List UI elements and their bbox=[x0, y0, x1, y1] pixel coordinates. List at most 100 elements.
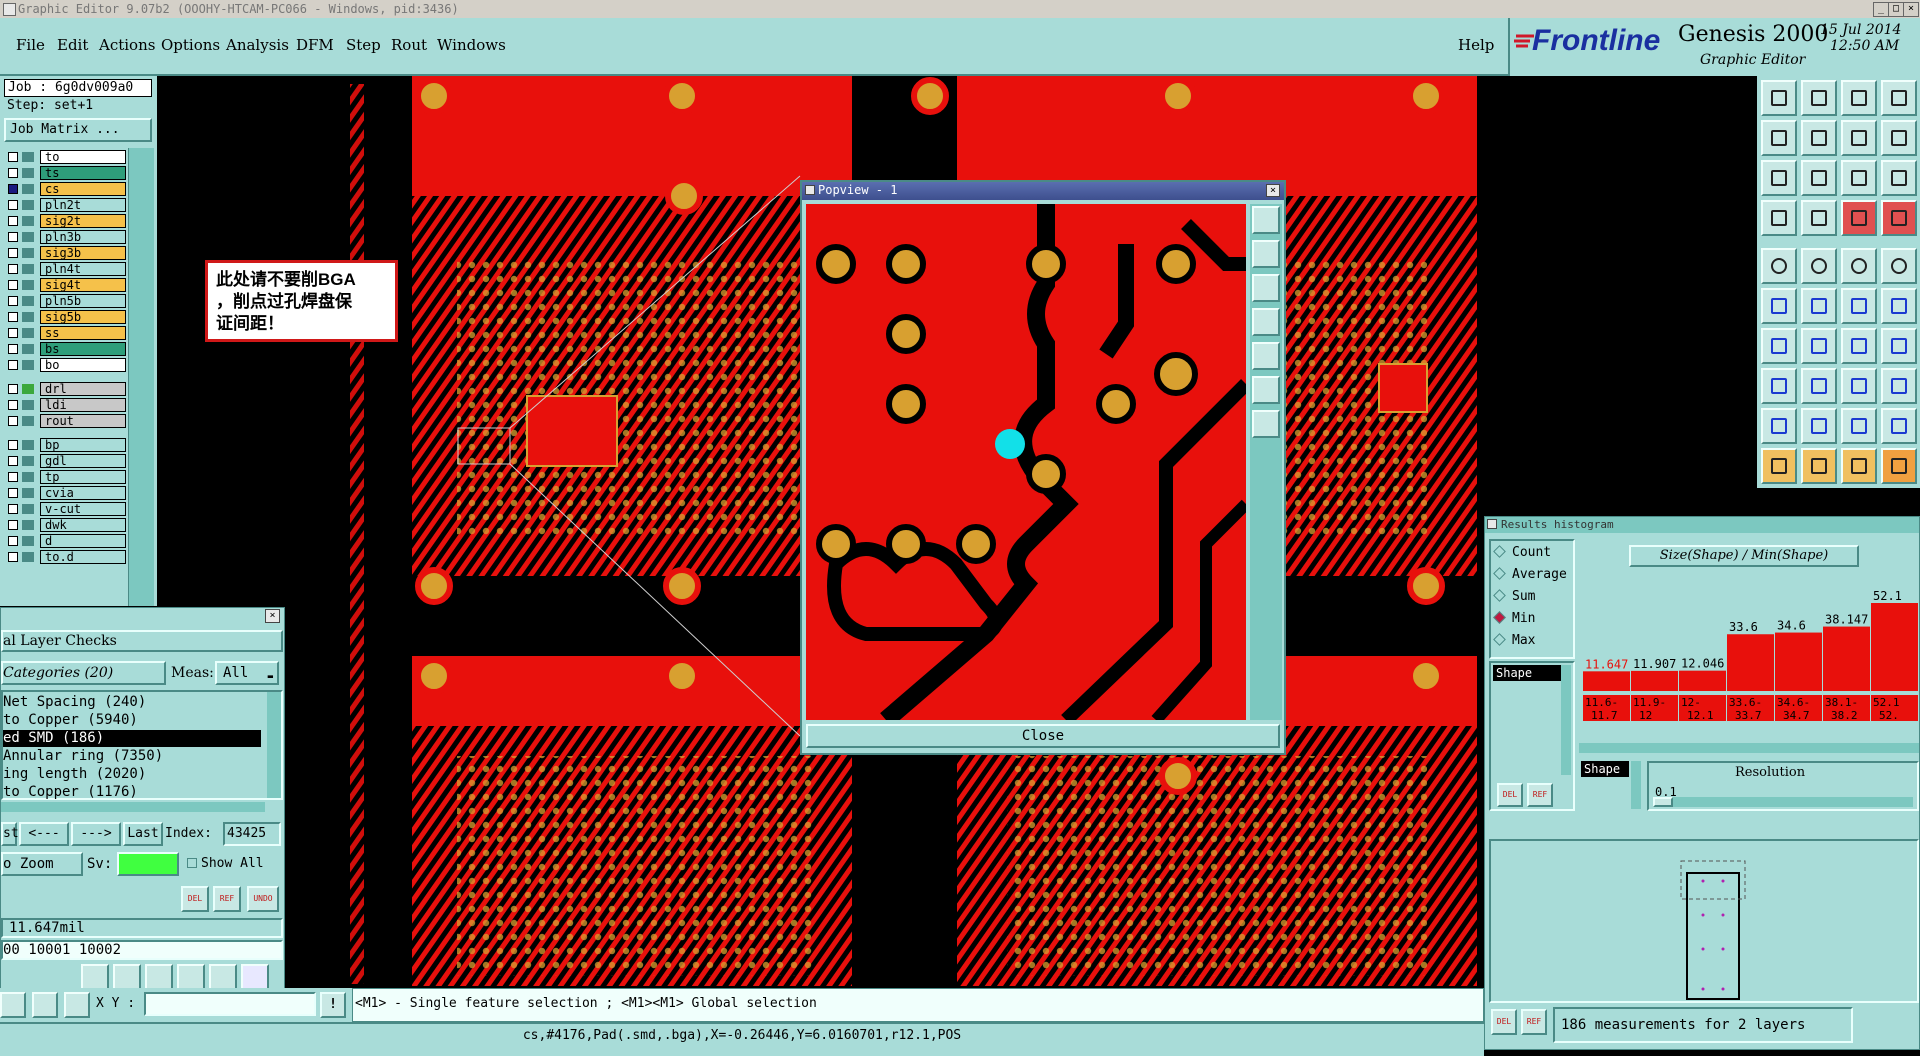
option-min[interactable]: Min bbox=[1493, 611, 1535, 626]
layer-name[interactable]: sig3b bbox=[40, 246, 126, 260]
layer-name[interactable]: ss bbox=[40, 326, 126, 340]
grid-tool-icon[interactable] bbox=[64, 992, 90, 1018]
tool-3-2-icon[interactable] bbox=[1841, 200, 1877, 236]
layer-row-gdl[interactable]: gdl bbox=[4, 454, 126, 468]
dialog-ref-button[interactable]: REF bbox=[213, 886, 241, 912]
tool-4-3-icon[interactable] bbox=[1881, 248, 1917, 284]
tool-6-3-icon[interactable] bbox=[1881, 328, 1917, 364]
layer-checkbox[interactable] bbox=[8, 248, 18, 258]
layer-row-cs[interactable]: cs bbox=[4, 182, 126, 196]
shape-list-item[interactable]: Shape bbox=[1493, 665, 1567, 681]
tool-5-1-icon[interactable] bbox=[1801, 288, 1837, 324]
layer-checkbox[interactable] bbox=[8, 536, 18, 546]
histogram-bar[interactable] bbox=[1727, 634, 1774, 691]
category-hscrollbar[interactable] bbox=[1, 802, 265, 812]
layer-checkbox[interactable] bbox=[8, 312, 18, 322]
minimize-button[interactable]: _ bbox=[1873, 2, 1889, 17]
tool-0-0-icon[interactable] bbox=[1761, 80, 1797, 116]
histogram-bar[interactable] bbox=[1775, 632, 1822, 691]
popview-tool-right-icon[interactable] bbox=[1252, 342, 1280, 370]
layer-row-to[interactable]: to bbox=[4, 150, 126, 164]
layer-name[interactable]: v-cut bbox=[40, 502, 126, 516]
layer-checkbox[interactable] bbox=[8, 328, 18, 338]
resolution-slider[interactable] bbox=[1653, 797, 1913, 807]
layer-checkbox[interactable] bbox=[8, 456, 18, 466]
check-category-item[interactable]: to Copper (5940) bbox=[3, 712, 261, 729]
close-window-button[interactable]: × bbox=[1903, 2, 1919, 17]
layer-row-bs[interactable]: bs bbox=[4, 342, 126, 356]
menu-actions[interactable]: Actions bbox=[99, 36, 155, 54]
show-all-checkbox[interactable] bbox=[187, 858, 197, 868]
layer-name[interactable]: ts bbox=[40, 166, 126, 180]
layer-checkbox[interactable] bbox=[8, 488, 18, 498]
layer-name[interactable]: sig5b bbox=[40, 310, 126, 324]
tool-1-3-icon[interactable] bbox=[1881, 120, 1917, 156]
tool-0-3-icon[interactable] bbox=[1881, 80, 1917, 116]
menu-rout[interactable]: Rout bbox=[391, 36, 427, 54]
tool-0-2-icon[interactable] bbox=[1841, 80, 1877, 116]
tool-7-3-icon[interactable] bbox=[1881, 368, 1917, 404]
alert-icon[interactable]: ! bbox=[320, 992, 346, 1018]
dialog-undo-button[interactable]: UNDO bbox=[247, 886, 279, 912]
meas-select[interactable]: All ▬ bbox=[215, 661, 279, 685]
tool-2-3-icon[interactable] bbox=[1881, 160, 1917, 196]
layer-row-dwk[interactable]: dwk bbox=[4, 518, 126, 532]
nav-prev-button[interactable]: <--- bbox=[19, 822, 69, 846]
angle-tool-icon[interactable] bbox=[32, 992, 58, 1018]
layer-row-v-cut[interactable]: v-cut bbox=[4, 502, 126, 516]
popview-tool-fit-icon[interactable] bbox=[1252, 206, 1280, 234]
tool-9-1-icon[interactable] bbox=[1801, 448, 1837, 484]
layer-row-pln4t[interactable]: pln4t bbox=[4, 262, 126, 276]
layer-row-ts[interactable]: ts bbox=[4, 166, 126, 180]
sv-color-select[interactable] bbox=[117, 852, 179, 876]
menu-windows[interactable]: Windows bbox=[437, 36, 506, 54]
histogram-bar[interactable] bbox=[1823, 626, 1870, 691]
layer-checkbox[interactable] bbox=[8, 296, 18, 306]
layer-row-sig5b[interactable]: sig5b bbox=[4, 310, 126, 324]
layer-row-drl[interactable]: drl bbox=[4, 382, 126, 396]
layer-row-bp[interactable]: bp bbox=[4, 438, 126, 452]
popview-tool-zoom-out-icon[interactable] bbox=[1252, 410, 1280, 438]
histogram-bar[interactable] bbox=[1631, 670, 1678, 691]
layer-checkbox[interactable] bbox=[8, 184, 18, 194]
menu-file[interactable]: File bbox=[16, 36, 45, 54]
popview-canvas[interactable] bbox=[806, 204, 1246, 720]
layer-checkbox[interactable] bbox=[8, 384, 18, 394]
layer-checkbox[interactable] bbox=[8, 168, 18, 178]
layer-name[interactable]: d bbox=[40, 534, 126, 548]
layer-name[interactable]: tp bbox=[40, 470, 126, 484]
menu-help[interactable]: Help bbox=[1458, 36, 1494, 54]
tool-7-2-icon[interactable] bbox=[1841, 368, 1877, 404]
snap-tool-icon[interactable] bbox=[0, 992, 26, 1018]
tool-7-0-icon[interactable] bbox=[1761, 368, 1797, 404]
tool-1-2-icon[interactable] bbox=[1841, 120, 1877, 156]
layer-checkbox[interactable] bbox=[8, 400, 18, 410]
tool-8-2-icon[interactable] bbox=[1841, 408, 1877, 444]
option-max[interactable]: Max bbox=[1493, 633, 1535, 648]
tool-3-1-icon[interactable] bbox=[1801, 200, 1837, 236]
tool-2-0-icon[interactable] bbox=[1761, 160, 1797, 196]
tool-7-1-icon[interactable] bbox=[1801, 368, 1837, 404]
tool-9-0-icon[interactable] bbox=[1761, 448, 1797, 484]
layer-checkbox[interactable] bbox=[8, 280, 18, 290]
popview-close-button[interactable]: Close bbox=[806, 724, 1280, 748]
layer-checkbox[interactable] bbox=[8, 360, 18, 370]
popview-tool-left-icon[interactable] bbox=[1252, 308, 1280, 336]
tool-5-2-icon[interactable] bbox=[1841, 288, 1877, 324]
layer-row-pln2t[interactable]: pln2t bbox=[4, 198, 126, 212]
popview-close-icon[interactable]: × bbox=[1266, 184, 1280, 197]
nav-last-button[interactable]: Last bbox=[123, 822, 163, 846]
histogram-del-button[interactable]: DEL bbox=[1497, 783, 1523, 807]
layer-name[interactable]: drl bbox=[40, 382, 126, 396]
job-matrix-button[interactable]: Job Matrix ... bbox=[4, 118, 152, 142]
layer-name[interactable]: bs bbox=[40, 342, 126, 356]
layer-checkbox[interactable] bbox=[8, 232, 18, 242]
layer-name[interactable]: cvia bbox=[40, 486, 126, 500]
layer-checkbox[interactable] bbox=[8, 152, 18, 162]
nav-first-button[interactable]: st bbox=[1, 822, 19, 846]
menu-dfm[interactable]: DFM bbox=[296, 36, 334, 54]
layer-row-pln3b[interactable]: pln3b bbox=[4, 230, 126, 244]
tool-1-1-icon[interactable] bbox=[1801, 120, 1837, 156]
layer-checkbox[interactable] bbox=[8, 264, 18, 274]
tool-8-0-icon[interactable] bbox=[1761, 408, 1797, 444]
